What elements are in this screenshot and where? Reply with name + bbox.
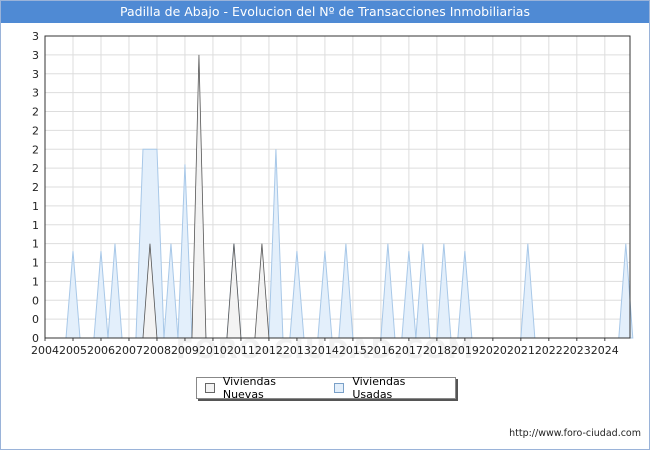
y-tick-label: 2 <box>32 181 39 194</box>
x-tick-label: 2011 <box>227 344 255 357</box>
legend: Viviendas Nuevas Viviendas Usadas <box>196 375 456 401</box>
x-tick-label: 2012 <box>255 344 283 357</box>
x-tick-label: 2017 <box>395 344 423 357</box>
credit-link[interactable]: http://www.foro-ciudad.com <box>509 428 641 439</box>
x-tick-label: 2009 <box>171 344 199 357</box>
y-tick-label: 1 <box>32 200 39 213</box>
x-tick-label: 2010 <box>199 344 227 357</box>
legend-swatch-nuevas <box>205 383 215 393</box>
legend-item-nuevas: Viviendas Nuevas <box>205 375 318 401</box>
x-tick-label: 2018 <box>423 344 451 357</box>
x-tick-label: 2015 <box>339 344 367 357</box>
y-tick-label: 0 <box>32 313 39 326</box>
x-tick-label: 2006 <box>87 344 115 357</box>
y-tick-label: 3 <box>32 30 39 43</box>
legend-swatch-usadas <box>334 383 345 393</box>
y-tick-label: 1 <box>32 275 39 288</box>
x-tick-label: 2021 <box>507 344 535 357</box>
y-tick-label: 2 <box>32 106 39 119</box>
y-tick-label: 3 <box>32 87 39 100</box>
x-tick-label: 2023 <box>563 344 591 357</box>
y-tick-label: 3 <box>32 68 39 81</box>
y-tick-label: 2 <box>32 124 39 137</box>
x-tick-label: 2014 <box>311 344 339 357</box>
x-tick-label: 2024 <box>591 344 619 357</box>
y-tick-label: 2 <box>32 143 39 156</box>
y-tick-label: 1 <box>32 219 39 232</box>
x-tick-label: 2004 <box>31 344 59 357</box>
x-tick-label: 2013 <box>283 344 311 357</box>
x-tick-label: 2022 <box>535 344 563 357</box>
y-tick-label: 3 <box>32 49 39 62</box>
y-tick-label: 1 <box>32 238 39 251</box>
x-tick-label: 2019 <box>451 344 479 357</box>
y-tick-label: 0 <box>32 294 39 307</box>
x-tick-label: 2016 <box>367 344 395 357</box>
y-tick-label: 1 <box>32 257 39 270</box>
x-tick-label: 2007 <box>115 344 143 357</box>
x-tick-label: 2005 <box>59 344 87 357</box>
y-tick-label: 2 <box>32 162 39 175</box>
legend-label-usadas: Viviendas Usadas <box>352 375 406 401</box>
legend-item-usadas: Viviendas Usadas <box>334 375 447 401</box>
x-tick-label: 2008 <box>143 344 171 357</box>
x-tick-label: 2020 <box>479 344 507 357</box>
legend-label-nuevas: Viviendas Nuevas <box>222 375 276 401</box>
